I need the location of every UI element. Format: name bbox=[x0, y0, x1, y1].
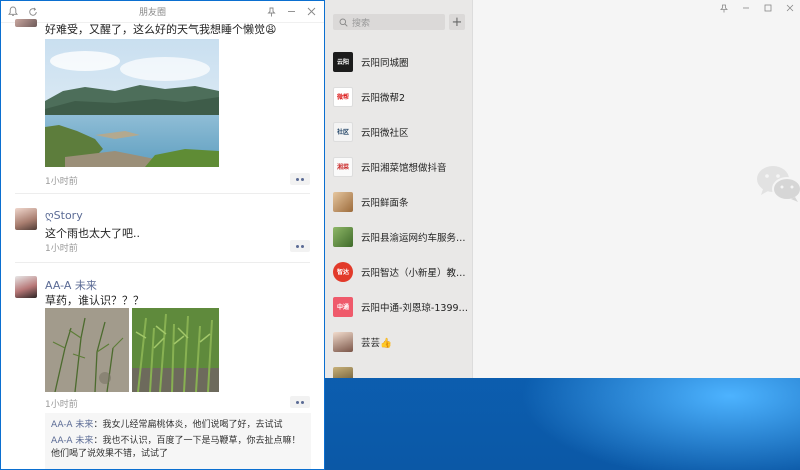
chat-item[interactable]: 湘菜 云阳湘菜馆想做抖音 bbox=[325, 149, 473, 184]
avatar[interactable] bbox=[15, 208, 37, 230]
comment: AA-A 未来：我女儿经常扁桃体炎，他们说喝了好，去试试 bbox=[51, 419, 305, 432]
chat-item[interactable]: 芸芸👍 bbox=[325, 324, 473, 359]
wechat-logo-icon bbox=[757, 166, 800, 202]
chat-item[interactable]: 社区 云阳微社区 bbox=[325, 114, 473, 149]
chat-list-panel: 搜索 + 云阳 云阳同城圈 微帮 云阳微帮2 社区 云阳微社区 湘菜 云阳湘菜馆… bbox=[325, 0, 473, 378]
post-time: 1小时前 bbox=[45, 244, 78, 254]
maximize-icon[interactable] bbox=[764, 4, 772, 16]
chat-name: 云阳同城圈 bbox=[361, 57, 409, 69]
close-icon[interactable] bbox=[306, 6, 318, 18]
pin-icon[interactable] bbox=[266, 6, 278, 18]
post-photo-lake[interactable] bbox=[45, 39, 219, 167]
chat-name: 云阳县渝运网约车服务中心 bbox=[361, 232, 469, 244]
chat-avatar bbox=[333, 191, 353, 212]
more-actions-button[interactable] bbox=[290, 396, 310, 408]
avatar[interactable] bbox=[15, 19, 37, 27]
chat-avatar: 中通 bbox=[333, 296, 353, 317]
comment-author[interactable]: AA-A 未来 bbox=[51, 420, 93, 430]
chat-avatar bbox=[333, 366, 353, 378]
divider bbox=[15, 262, 310, 263]
chat-item[interactable]: 云阳 云阳同城圈 bbox=[325, 44, 473, 79]
chat-name: 云阳微社区 bbox=[361, 127, 409, 139]
post-time: 1小时前 bbox=[45, 177, 78, 187]
chat-item[interactable]: 微帮 云阳微帮2 bbox=[325, 79, 473, 114]
window-controls bbox=[720, 4, 794, 16]
chat-item[interactable]: 云阳县渝运网约车服务中心 bbox=[325, 219, 473, 254]
chat-avatar bbox=[333, 331, 353, 352]
chat-name: 云阳湘菜馆想做抖音 bbox=[361, 162, 447, 174]
bell-icon[interactable] bbox=[7, 6, 19, 18]
comments-box: AA-A 未来：我女儿经常扁桃体炎，他们说喝了好，去试试 AA-A 未来：我也不… bbox=[45, 413, 311, 469]
minimize-icon[interactable] bbox=[742, 4, 750, 16]
chat-avatar bbox=[333, 226, 353, 247]
close-icon[interactable] bbox=[786, 4, 794, 16]
chat-avatar: 湘菜 bbox=[333, 156, 353, 177]
post-author[interactable]: AA-A 未来 bbox=[45, 277, 97, 293]
post-photo-herb[interactable] bbox=[45, 308, 129, 392]
more-actions-button[interactable] bbox=[290, 240, 310, 252]
refresh-icon[interactable] bbox=[27, 6, 39, 18]
chat-content-area bbox=[473, 0, 800, 378]
post-text: 草药，谁认识？？？ bbox=[45, 294, 144, 307]
comment-text: ：我女儿经常扁桃体炎，他们说喝了好，去试试 bbox=[93, 420, 283, 430]
add-chat-button[interactable]: + bbox=[449, 14, 465, 30]
minimize-icon[interactable] bbox=[286, 6, 298, 18]
post-author[interactable]: ღStory bbox=[45, 209, 83, 222]
chat-name: 云阳微帮2 bbox=[361, 92, 406, 104]
post-text: 这个雨也太大了吧.. bbox=[45, 227, 140, 240]
search-input[interactable]: 搜索 bbox=[333, 14, 445, 30]
chat-avatar: 社区 bbox=[333, 121, 353, 142]
chat-name: 芸芸👍 bbox=[361, 337, 392, 349]
more-actions-button[interactable] bbox=[290, 173, 310, 185]
moments-titlebar: 朋友圈 bbox=[1, 1, 324, 23]
comment: AA-A 未来：我也不认识，百度了一下是马鞭草，你去扯点嘛！他们喝了说效果不错，… bbox=[51, 435, 305, 461]
pin-icon[interactable] bbox=[720, 4, 728, 16]
chat-name: 云阳智达（小新星）教育D... bbox=[361, 267, 469, 279]
chat-avatar: 微帮 bbox=[333, 86, 353, 107]
chat-name: 云阳中通-刘恩琼-1399655... bbox=[361, 302, 469, 314]
avatar[interactable] bbox=[15, 276, 37, 298]
chat-name: 云阳鲜面条 bbox=[361, 197, 409, 209]
chat-avatar: 智达 bbox=[333, 261, 353, 282]
moments-window: 朋友圈 好难受，又醒了，这么好的天气我想睡个懒觉😩 1小时前 ღStory 这个… bbox=[0, 0, 325, 470]
divider bbox=[15, 193, 310, 194]
chat-item[interactable] bbox=[325, 359, 473, 378]
search-placeholder: 搜索 bbox=[352, 18, 371, 29]
search-icon bbox=[339, 18, 348, 27]
wechat-window: 搜索 + 云阳 云阳同城圈 微帮 云阳微帮2 社区 云阳微社区 湘菜 云阳湘菜馆… bbox=[325, 0, 800, 378]
chat-item[interactable]: 中通 云阳中通-刘恩琼-1399655... bbox=[325, 289, 473, 324]
chat-item[interactable]: 智达 云阳智达（小新星）教育D... bbox=[325, 254, 473, 289]
moments-title: 朋友圈 bbox=[138, 8, 166, 18]
comment-author[interactable]: AA-A 未来 bbox=[51, 436, 93, 446]
post-text: 好难受，又醒了，这么好的天气我想睡个懒觉😩 bbox=[45, 23, 277, 36]
post-time: 1小时前 bbox=[45, 400, 78, 410]
chat-avatar: 云阳 bbox=[333, 51, 353, 72]
desktop-screen: 朋友圈 好难受，又醒了，这么好的天气我想睡个懒觉😩 1小时前 ღStory 这个… bbox=[0, 0, 800, 470]
post-photo-herb[interactable] bbox=[132, 308, 219, 392]
chat-item[interactable]: 云阳鲜面条 bbox=[325, 184, 473, 219]
